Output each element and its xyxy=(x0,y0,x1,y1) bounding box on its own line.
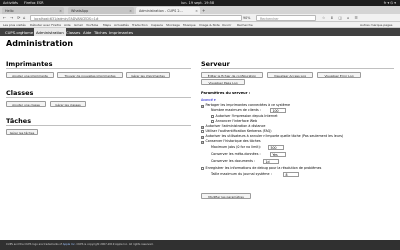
url-bar[interactable]: localhost:631/admin/?ADVANCEDS=1# xyxy=(30,15,242,21)
bookmark-item[interactable]: Ouvrir xyxy=(222,23,231,27)
activities-button[interactable]: Activités xyxy=(3,1,18,5)
add-printer-button[interactable]: Ajouter une imprimante xyxy=(6,72,54,78)
bookmark-item[interactable]: Maps xyxy=(103,23,111,27)
view-error-log-button[interactable]: Visualiser Error Log xyxy=(317,72,361,78)
tab-strip: Hello × WhatsApp × Administration - CUPS 2… xyxy=(0,6,400,14)
tab-title: Administration - CUPS 2... xyxy=(139,8,183,13)
divider xyxy=(6,68,191,69)
option-debug-logging: Enregistrer les informations de debug po… xyxy=(201,166,321,170)
metadata-input[interactable]: Yes xyxy=(270,151,286,157)
divider xyxy=(201,68,394,69)
nav-imprimantes[interactable]: Imprimantes xyxy=(107,28,135,36)
checkbox[interactable] xyxy=(201,129,204,133)
printers-heading: Imprimantes xyxy=(6,60,53,68)
option-kerberos: Utiliser l'authentification Kerberos (FA… xyxy=(201,129,272,133)
page-title: Administration xyxy=(6,39,74,48)
nav-administration[interactable]: Administration xyxy=(34,28,66,36)
bookmark-item[interactable]: Aide xyxy=(64,23,71,27)
system-menu[interactable]: fr ▾ ⏻ ▾ xyxy=(384,1,396,5)
option-metadata: Conserver les méta-données : xyxy=(211,152,261,156)
view-access-log-button[interactable]: Visualiser Access Log xyxy=(267,72,313,78)
checkbox[interactable] xyxy=(211,119,214,123)
nav-classes[interactable]: Classes xyxy=(64,28,82,36)
page-footer: CUPS and the CUPS logo are trademarks of… xyxy=(0,240,400,250)
option-announce-web: Annoncer l'interface Web xyxy=(211,119,257,123)
clock[interactable]: lun. 19 sept. 19:58 xyxy=(181,1,214,5)
checkbox[interactable] xyxy=(211,114,214,118)
option-preserve-history: ✓Conserver l'historique des tâches xyxy=(201,139,261,144)
server-settings-label: Paramètres du serveur : xyxy=(201,91,251,95)
server-heading: Serveur xyxy=(201,60,230,68)
option-max-jobs: Maximum jobs (0 for no limit): xyxy=(211,145,261,149)
find-printers-button[interactable]: Trouver de nouvelles imprimantes xyxy=(57,72,123,78)
advanced-link[interactable]: Avancé ▾ xyxy=(201,98,216,102)
checkbox[interactable] xyxy=(201,166,204,170)
tab-title: WhatsApp xyxy=(71,8,89,13)
manage-printers-button[interactable]: Gérer les imprimantes xyxy=(126,72,170,78)
jobs-heading: Tâches xyxy=(6,117,32,125)
option-cancel-any-job: ✓Autoriser les utilisateurs à annuler n'… xyxy=(201,134,344,139)
home-icon[interactable]: ⌂ xyxy=(23,15,26,20)
apple-link[interactable]: Apple Inc. xyxy=(63,243,76,246)
max-jobs-input[interactable]: 500 xyxy=(268,144,284,150)
reload-icon[interactable]: ⟳ xyxy=(17,15,20,20)
max-log-size-input[interactable]: 8 xyxy=(283,171,299,177)
edit-config-button[interactable]: Éditer le fichier de configuration xyxy=(201,72,263,78)
close-icon[interactable]: × xyxy=(129,9,132,13)
bookmark-item[interactable]: Gmail xyxy=(74,23,83,27)
close-icon[interactable]: × xyxy=(59,9,62,13)
tab-title: Hello xyxy=(5,8,14,13)
checkbox[interactable]: ✓ xyxy=(201,140,204,144)
back-icon[interactable]: ← xyxy=(3,15,6,20)
zoom-level[interactable]: 90% xyxy=(243,16,250,20)
nav-home[interactable]: Home xyxy=(20,28,35,36)
bookmark-item[interactable]: Capsule xyxy=(151,23,163,27)
bookmark-item[interactable]: Traduction xyxy=(132,23,148,27)
forward-icon[interactable]: → xyxy=(10,15,13,20)
bookmark-item[interactable]: Stockage xyxy=(166,23,180,27)
tab-cups-admin[interactable]: Administration - CUPS 2... × xyxy=(136,7,200,14)
close-icon[interactable]: × xyxy=(195,9,198,13)
bookmark-item[interactable]: Actualités xyxy=(114,23,129,27)
tab-hello[interactable]: Hello × xyxy=(2,7,64,14)
bookmark-item[interactable]: Débuter avec Firefox xyxy=(30,23,61,27)
divider xyxy=(6,97,191,98)
checkbox[interactable]: ✓ xyxy=(201,104,204,108)
cups-nav: CUPS.org Home Administration Classes Aid… xyxy=(0,28,400,36)
divider xyxy=(6,125,191,126)
option-internet-printing: Autoriser l'impression depuis Internet xyxy=(211,114,278,118)
view-page-log-button[interactable]: Visualiser Page Log xyxy=(201,79,245,85)
manage-classes-button[interactable]: Gérer les classes xyxy=(50,101,86,107)
search-input[interactable]: Rechercher xyxy=(256,15,316,21)
max-clients-input[interactable]: 100 xyxy=(270,107,286,113)
nav-bar: ← → ⟳ ⌂ localhost:631/admin/?ADVANCEDS=1… xyxy=(0,14,400,22)
option-remote-admin: ✓Autoriser l'administration à distance xyxy=(201,124,266,129)
bookmark-item[interactable]: Les plus visités xyxy=(3,23,26,27)
tab-whatsapp[interactable]: WhatsApp × xyxy=(68,7,134,14)
new-tab-icon[interactable]: + xyxy=(202,8,205,13)
bookmark-item[interactable]: Recherche xyxy=(237,23,253,27)
manage-jobs-button[interactable]: Gérer les tâches xyxy=(6,129,38,135)
app-menu[interactable]: Firefox ESR xyxy=(24,1,44,5)
bookmark-item[interactable]: YouTube xyxy=(86,23,98,27)
option-max-log-size: Taille maximum du journal système : xyxy=(211,172,272,176)
option-max-clients: Nombre maximum de clients : xyxy=(211,108,261,112)
documents-input[interactable]: 1d xyxy=(263,158,279,164)
change-settings-button[interactable]: Modifier les paramètres xyxy=(201,193,251,199)
bookmark-item[interactable]: Autres marque-pages xyxy=(360,23,392,27)
footer-text: CUPS and the CUPS logo are trademarks of… xyxy=(6,243,154,246)
add-class-button[interactable]: Ajouter une classe xyxy=(6,101,46,107)
toolbar-icons[interactable]: ☆ ⬇ ◫ ⌂ ☰ xyxy=(322,16,360,20)
classes-heading: Classes xyxy=(6,89,34,97)
bookmark-item[interactable]: Musique xyxy=(183,23,196,27)
bookmark-item[interactable]: Image & Note xyxy=(199,23,220,27)
option-documents: Conserver les documents : xyxy=(211,159,256,163)
